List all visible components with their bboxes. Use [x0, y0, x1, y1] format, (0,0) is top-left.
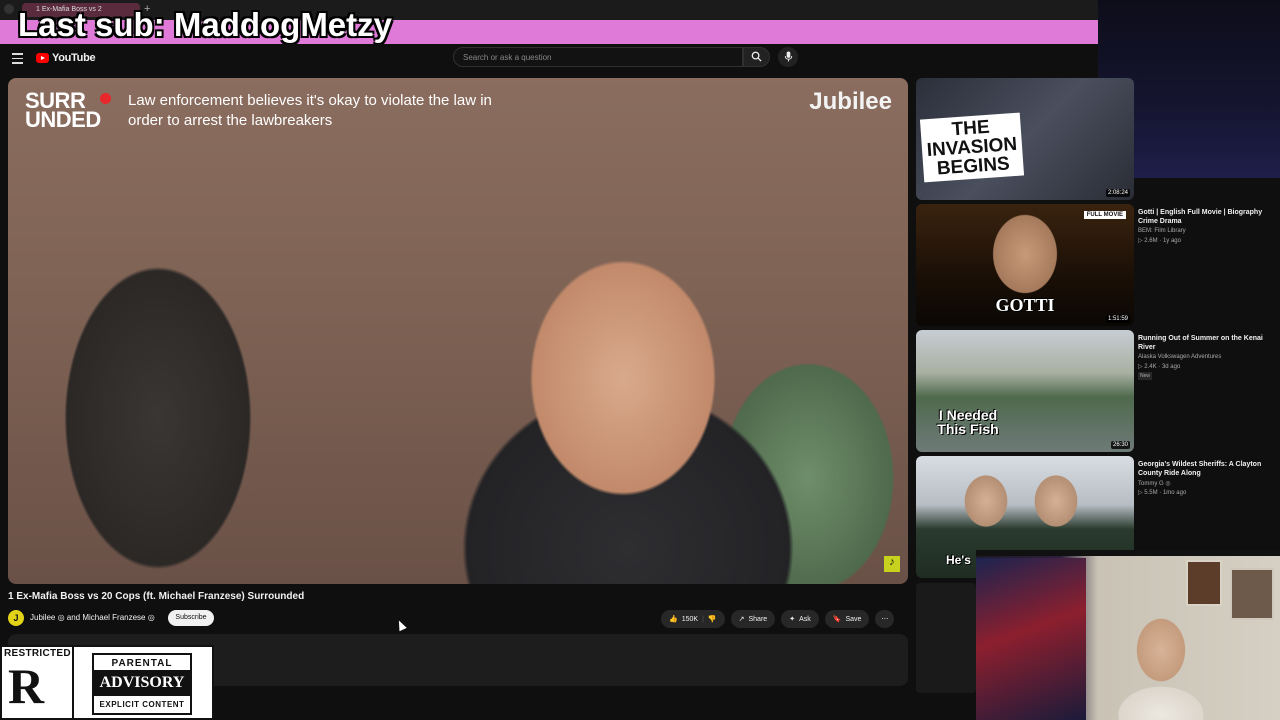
restricted-overlay: RESTRICTED R PARENTAL ADVISORY EXPLICIT … — [0, 645, 214, 720]
share-button[interactable]: ↗ Share — [730, 610, 776, 628]
recommendation-item[interactable]: FULL MOVIE GOTTI 1:51:59 Gotti | English… — [916, 204, 1280, 326]
thumbs-up-icon: 👍 — [669, 616, 678, 623]
screen: 1 Ex-Mafia Boss vs 2 + Last sub: MaddogM… — [0, 0, 1280, 720]
recommendation-thumbnail-partial[interactable] — [916, 583, 976, 693]
channel-watermark-icon[interactable]: ♪ — [884, 556, 900, 572]
restricted-divider — [72, 647, 74, 720]
thumbnail-text: THE INVASION BEGINS — [919, 112, 1025, 183]
recommendation-item[interactable]: I Needed This Fish 26:30 Running Out of … — [916, 330, 1280, 452]
bookmark-icon: 🔖 — [832, 616, 842, 623]
menu-icon[interactable] — [12, 53, 23, 67]
subscribe-button[interactable]: Subscribe — [168, 610, 214, 626]
video-duration: 2:08:24 — [1105, 189, 1130, 197]
channel-avatar[interactable]: J — [8, 610, 24, 626]
pa-mid-text: ADVISORY — [94, 670, 190, 696]
video-duration: 26:30 — [1110, 441, 1130, 449]
thumbnail-text: GOTTI — [995, 295, 1055, 315]
banner-text: Last sub: MaddogMetzy — [18, 6, 393, 43]
new-badge: New — [1138, 372, 1153, 380]
video-title: 1 Ex-Mafia Boss vs 20 Cops (ft. Michael … — [8, 591, 305, 602]
voice-search-button[interactable] — [778, 47, 798, 67]
recommendation-title[interactable]: Georgia's Wildest Sheriffs: A Clayton Co… — [1138, 460, 1263, 478]
recommendation-thumbnail[interactable]: FULL MOVIE GOTTI 1:51:59 — [916, 204, 1134, 326]
recommendation-thumbnail[interactable]: I Needed This Fish 26:30 — [916, 330, 1134, 452]
show-logo-dot — [100, 93, 111, 104]
recommendation-channel[interactable]: Alaska Volkswagen Adventures — [1138, 354, 1221, 360]
like-count: 150K — [681, 615, 699, 623]
more-options-button[interactable]: ⋯ — [875, 610, 895, 628]
webcam-border — [976, 550, 1280, 556]
ask-button[interactable]: ✦ Ask — [781, 610, 819, 628]
microphone-icon — [784, 51, 792, 62]
streamer-webcam — [976, 550, 1280, 720]
mouse-cursor-icon — [395, 618, 407, 632]
webcam-wall-flag — [976, 558, 1086, 720]
sparkle-icon: ✦ — [789, 616, 796, 623]
save-label: Save — [845, 615, 862, 623]
search-icon — [751, 51, 762, 62]
recommendation-title[interactable]: Running Out of Summer on the Kenai River — [1138, 334, 1263, 352]
channel-name[interactable]: Jubilee ◎ and Michael Franzese ◎ — [30, 613, 155, 622]
pa-top-text: PARENTAL — [111, 658, 173, 669]
rating-letter: R — [8, 658, 45, 714]
more-icon: ⋯ — [881, 616, 889, 623]
full-movie-badge: FULL MOVIE — [1083, 211, 1126, 219]
parental-advisory-logo: PARENTAL ADVISORY EXPLICIT CONTENT — [92, 653, 192, 715]
recommendation-meta: ▷ 5.5M · 1mo ago — [1138, 490, 1187, 496]
youtube-logo[interactable]: YouTube — [36, 52, 96, 64]
ask-label: Ask — [799, 615, 811, 623]
window-menu-icon[interactable] — [4, 4, 14, 14]
youtube-header: YouTube Search or ask a question — [0, 44, 1098, 74]
recommendation-meta: ▷ 2.4K · 3d ago — [1138, 364, 1181, 370]
video-duration: 1:51:59 — [1105, 315, 1130, 323]
logo-text: YouTube — [52, 52, 96, 64]
thumbs-down-icon[interactable]: 👎 — [708, 615, 717, 623]
recommendation-item[interactable]: THE INVASION BEGINS 2:08:24 — [916, 78, 1280, 200]
share-label: Share — [748, 615, 768, 623]
webcam-wall-poster — [1186, 560, 1222, 606]
show-logo: SURR UNDED — [25, 88, 101, 132]
video-actions: 👍 150K | 👎 ↗ Share ✦ Ask 🔖 Save ⋯ — [661, 610, 895, 628]
recommendation-meta: ▷ 2.6M · 1y ago — [1138, 238, 1181, 244]
save-button[interactable]: 🔖 Save — [824, 610, 870, 628]
video-player[interactable]: SURR UNDED Law enforcement believes it's… — [8, 78, 908, 584]
pa-bottom-text: EXPLICIT CONTENT — [99, 700, 185, 709]
like-button[interactable]: 👍 150K | 👎 — [661, 610, 725, 628]
share-icon: ↗ — [738, 616, 745, 623]
recommendation-channel[interactable]: Tommy G ◎ — [1138, 480, 1171, 487]
video-caption: Law enforcement believes it's okay to vi… — [128, 92, 492, 129]
youtube-logo-icon — [36, 53, 49, 63]
video-watermark: Jubilee — [809, 88, 892, 115]
recommendation-channel[interactable]: BEM: Film Library — [1138, 228, 1186, 234]
webcam-wall-poster — [1230, 568, 1274, 620]
recommendation-thumbnail[interactable]: THE INVASION BEGINS 2:08:24 — [916, 78, 1134, 200]
thumbnail-text: I Needed This Fish — [937, 407, 999, 437]
search-button[interactable] — [743, 47, 770, 67]
recommendation-title[interactable]: Gotti | English Full Movie | Biography C… — [1138, 208, 1263, 226]
thumbnail-text: He's — [946, 553, 971, 567]
search-input[interactable]: Search or ask a question — [453, 47, 743, 67]
